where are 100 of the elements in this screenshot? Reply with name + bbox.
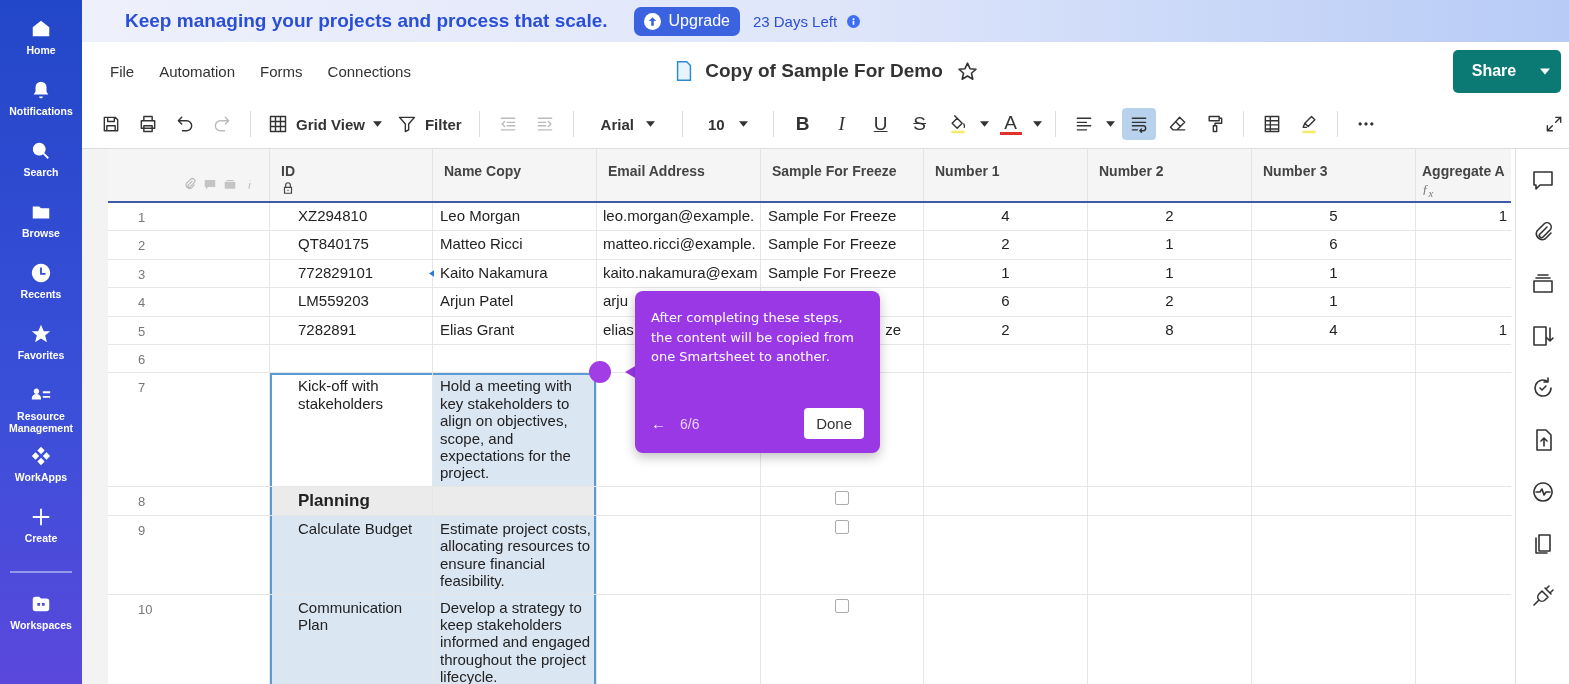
view-dropdown[interactable]: Grid View bbox=[264, 114, 386, 134]
row-number: 4 bbox=[108, 288, 270, 317]
caret-icon bbox=[645, 121, 655, 127]
column-title: Aggregate A bbox=[1422, 163, 1505, 179]
nav-item[interactable]: Home bbox=[1, 18, 81, 79]
box-arrow-icon[interactable] bbox=[1531, 324, 1555, 348]
menu-item[interactable]: Forms bbox=[260, 62, 303, 80]
menu-item[interactable]: Connections bbox=[327, 62, 411, 80]
table-cell: kaito.nakamura@exam bbox=[597, 259, 761, 289]
column-title: Sample For Freeze bbox=[772, 163, 897, 179]
nav-item[interactable]: Resource Management bbox=[1, 384, 81, 445]
undo-icon[interactable] bbox=[175, 114, 195, 134]
comment-icon[interactable] bbox=[1531, 168, 1555, 192]
star-icon[interactable] bbox=[956, 60, 978, 82]
clock-icon bbox=[30, 262, 52, 284]
column-header[interactable]: Name Copy bbox=[433, 149, 597, 201]
text-color-button[interactable]: A bbox=[999, 113, 1022, 135]
table-cell: 4 bbox=[1252, 316, 1416, 346]
column-header[interactable]: Number 2 bbox=[1088, 149, 1252, 201]
table-cell: 5 bbox=[1252, 203, 1416, 232]
table-cell: LM559203 bbox=[270, 288, 433, 317]
bold-button[interactable]: B bbox=[786, 113, 819, 135]
row-number: 1 bbox=[108, 203, 270, 232]
column-title: Name Copy bbox=[444, 163, 522, 179]
grid-icon bbox=[268, 114, 288, 134]
save-icon[interactable] bbox=[101, 114, 121, 134]
activity-icon[interactable] bbox=[1531, 480, 1555, 504]
table-cell: Sample For Freeze bbox=[761, 203, 924, 232]
share-button[interactable]: Share bbox=[1453, 49, 1561, 93]
table-cell: 1 bbox=[1088, 259, 1252, 289]
strikethrough-button[interactable]: S bbox=[903, 113, 936, 135]
caret-icon[interactable] bbox=[979, 121, 989, 127]
font-size-dropdown[interactable]: 10 bbox=[695, 115, 760, 133]
diamonds-icon bbox=[30, 445, 52, 467]
column-header[interactable]: ID bbox=[270, 149, 433, 201]
table-cell: Sample For Freeze bbox=[761, 231, 924, 260]
table-cell: 4 bbox=[924, 203, 1088, 232]
table-cell: 2 bbox=[1088, 288, 1252, 317]
nav-item[interactable]: Browse bbox=[1, 201, 81, 262]
table-cell: 1 bbox=[924, 259, 1088, 289]
wrap-text-button[interactable] bbox=[1121, 108, 1156, 140]
nav-item[interactable]: Workspaces bbox=[1, 593, 81, 654]
table-cell: 1 bbox=[1088, 231, 1252, 260]
font-dropdown[interactable]: Arial bbox=[586, 115, 669, 133]
table-cell: Leo Morgan bbox=[433, 203, 597, 232]
plug-icon[interactable] bbox=[1531, 584, 1555, 608]
search-icon bbox=[30, 140, 52, 162]
expand-icon[interactable] bbox=[1544, 114, 1564, 134]
column-title: ID bbox=[281, 163, 295, 179]
row-number: 2 bbox=[108, 231, 270, 260]
italic-button[interactable]: I bbox=[825, 113, 858, 135]
print-icon[interactable] bbox=[138, 114, 158, 134]
info-icon[interactable] bbox=[847, 14, 861, 28]
table-cell: Arjun Patel bbox=[433, 288, 597, 317]
menu-item[interactable]: Automation bbox=[159, 62, 236, 80]
back-button[interactable]: ← bbox=[651, 415, 666, 432]
column-header[interactable]: Aggregate A ƒ$_{x}$ bbox=[1416, 149, 1511, 201]
checkbox[interactable] bbox=[835, 490, 849, 505]
nav-item[interactable]: Favorites bbox=[1, 323, 81, 384]
row-number: 7 bbox=[108, 373, 270, 487]
table-cell: 772829101 bbox=[270, 259, 433, 289]
row-number: 3 bbox=[108, 259, 270, 289]
eraser-icon[interactable] bbox=[1167, 114, 1188, 134]
table-cell: Communication Plan bbox=[270, 594, 433, 684]
star-icon bbox=[30, 323, 52, 345]
filter-button[interactable]: Filter bbox=[392, 114, 466, 134]
table-cell: Planning bbox=[270, 486, 433, 516]
card-icon bbox=[223, 177, 237, 191]
table-cell: 7282891 bbox=[270, 316, 433, 346]
upgrade-button[interactable]: Upgrade bbox=[633, 6, 740, 36]
column-header[interactable]: Email Address bbox=[597, 149, 761, 201]
refresh-icon[interactable] bbox=[1531, 376, 1555, 400]
column-header[interactable]: Number 3 bbox=[1252, 149, 1416, 201]
row-number: 5 bbox=[108, 316, 270, 346]
caret-icon[interactable] bbox=[1032, 121, 1042, 127]
table-cell: 1 bbox=[1416, 316, 1511, 346]
table-cell: 6 bbox=[1252, 231, 1416, 260]
nav-item[interactable]: WorkApps bbox=[1, 445, 81, 506]
trial-days-left: 23 Days Left bbox=[752, 12, 838, 30]
nav-item[interactable]: Recents bbox=[1, 262, 81, 323]
table-cell: 2 bbox=[924, 316, 1088, 346]
column-header[interactable]: Number 1 bbox=[924, 149, 1088, 201]
banner-message: Keep managing your projects and process that scale. bbox=[125, 10, 608, 32]
menu-item[interactable]: File bbox=[110, 62, 135, 80]
row-number: 6 bbox=[108, 345, 270, 374]
caret-icon[interactable] bbox=[1105, 121, 1115, 127]
checkbox[interactable] bbox=[835, 598, 849, 613]
nav-item[interactable]: Search bbox=[1, 140, 81, 201]
table-cell: Sample For Freeze bbox=[761, 259, 924, 289]
caret-icon bbox=[738, 121, 748, 127]
nav-item[interactable]: Create bbox=[1, 506, 81, 567]
table-cell: 2 bbox=[924, 231, 1088, 260]
underline-button[interactable]: U bbox=[864, 113, 897, 135]
table-cell: 8 bbox=[1088, 316, 1252, 346]
done-button[interactable]: Done bbox=[804, 408, 864, 439]
checkbox[interactable] bbox=[835, 519, 849, 534]
cards-icon[interactable] bbox=[1531, 272, 1555, 296]
column-header[interactable]: Sample For Freeze bbox=[761, 149, 924, 201]
nav-item[interactable]: Notifications bbox=[1, 79, 81, 140]
sheet-title: Copy of Sample For Demo bbox=[705, 60, 943, 82]
